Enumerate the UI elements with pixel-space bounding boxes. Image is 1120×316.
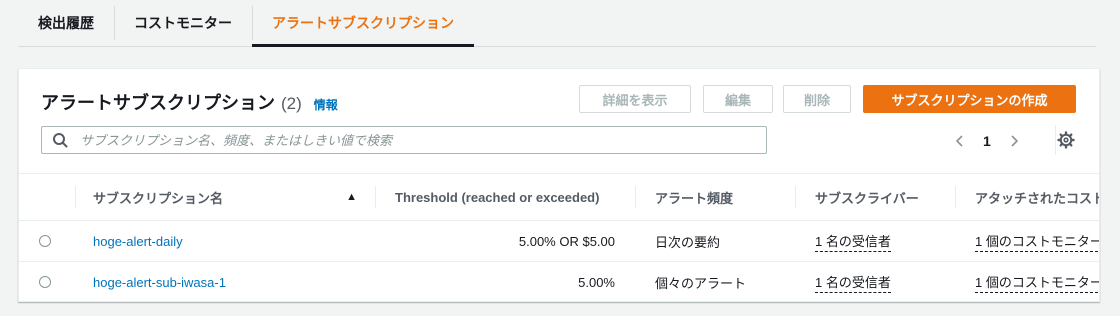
- sort-ascending-icon[interactable]: ▲: [346, 174, 357, 220]
- panel-header: アラートサブスクリプション (2) 情報: [41, 89, 338, 115]
- row-radio[interactable]: [39, 276, 51, 288]
- search-input[interactable]: [78, 131, 766, 149]
- attached-monitors-cell: 1 個のコストモニター: [955, 262, 1099, 301]
- frequency-cell: 日次の要約: [655, 234, 721, 250]
- chevron-left-icon[interactable]: [953, 134, 967, 148]
- search-box: [41, 126, 767, 154]
- pagination-divider: [1055, 125, 1056, 155]
- attached-monitors-popover-trigger[interactable]: 1 個のコストモニター: [975, 231, 1099, 252]
- attached-monitors-cell: 1 個のコストモニター: [955, 221, 1099, 261]
- tab-alert-subscriptions[interactable]: アラートサブスクリプション: [252, 0, 474, 47]
- subscribers-popover-trigger[interactable]: 1 名の受信者: [815, 272, 891, 293]
- panel-title: アラートサブスクリプション: [41, 93, 275, 113]
- column-header-attached-monitors: アタッチされたコスト: [955, 174, 1099, 220]
- subscribers-cell: 1 名の受信者: [795, 262, 955, 301]
- row-radio[interactable]: [39, 235, 51, 247]
- info-link[interactable]: 情報: [314, 96, 338, 113]
- search-icon: [53, 133, 68, 148]
- subscription-name-link[interactable]: hoge-alert-sub-iwasa-1: [93, 275, 226, 290]
- table-header-row: サブスクリプション名 ▲ Threshold (reached or excee…: [19, 174, 1099, 221]
- subscription-name-cell: hoge-alert-sub-iwasa-1: [75, 262, 375, 301]
- attached-monitors-popover-trigger[interactable]: 1 個のコストモニター: [975, 272, 1099, 293]
- row-select: [39, 262, 55, 301]
- threshold-cell: 5.00%: [578, 274, 615, 290]
- gear-icon[interactable]: [1057, 131, 1075, 149]
- edit-button[interactable]: 編集: [703, 85, 773, 113]
- column-header-name[interactable]: サブスクリプション名 ▲: [75, 174, 375, 220]
- subscriptions-table: サブスクリプション名 ▲ Threshold (reached or excee…: [19, 173, 1099, 301]
- frequency-cell: 個々のアラート: [655, 275, 747, 291]
- subscribers-popover-trigger[interactable]: 1 名の受信者: [815, 231, 891, 252]
- tab-detection-history[interactable]: 検出履歴: [18, 0, 114, 46]
- subscriptions-panel: アラートサブスクリプション (2) 情報 詳細を表示 編集 削除 サブスクリプシ…: [18, 68, 1100, 302]
- subscription-name-cell: hoge-alert-daily: [75, 221, 375, 261]
- create-subscription-button[interactable]: サブスクリプションの作成: [863, 85, 1076, 113]
- row-select: [39, 221, 55, 261]
- table-row[interactable]: hoge-alert-daily 5.00% OR $5.00 日次の要約 1 …: [19, 221, 1099, 262]
- column-header-threshold: Threshold (reached or exceeded): [375, 174, 635, 220]
- chevron-right-icon[interactable]: [1007, 134, 1021, 148]
- tab-bar: 検出履歴 コストモニター アラートサブスクリプション: [18, 0, 1096, 47]
- current-page[interactable]: 1: [983, 133, 991, 149]
- threshold-cell: 5.00% OR $5.00: [518, 233, 615, 249]
- column-header-name-label: サブスクリプション名: [93, 190, 224, 206]
- subscription-name-link[interactable]: hoge-alert-daily: [93, 234, 183, 249]
- table-row[interactable]: hoge-alert-sub-iwasa-1 5.00% 個々のアラート 1 名…: [19, 262, 1099, 301]
- subscription-count: (2): [281, 94, 302, 113]
- subscribers-cell: 1 名の受信者: [795, 221, 955, 261]
- column-header-subscribers: サブスクライバー: [795, 174, 955, 220]
- delete-button[interactable]: 削除: [783, 85, 851, 113]
- tab-cost-monitors[interactable]: コストモニター: [114, 0, 252, 46]
- column-header-frequency: アラート頻度: [635, 174, 795, 220]
- view-details-button[interactable]: 詳細を表示: [579, 85, 691, 113]
- pagination: 1: [953, 129, 1021, 153]
